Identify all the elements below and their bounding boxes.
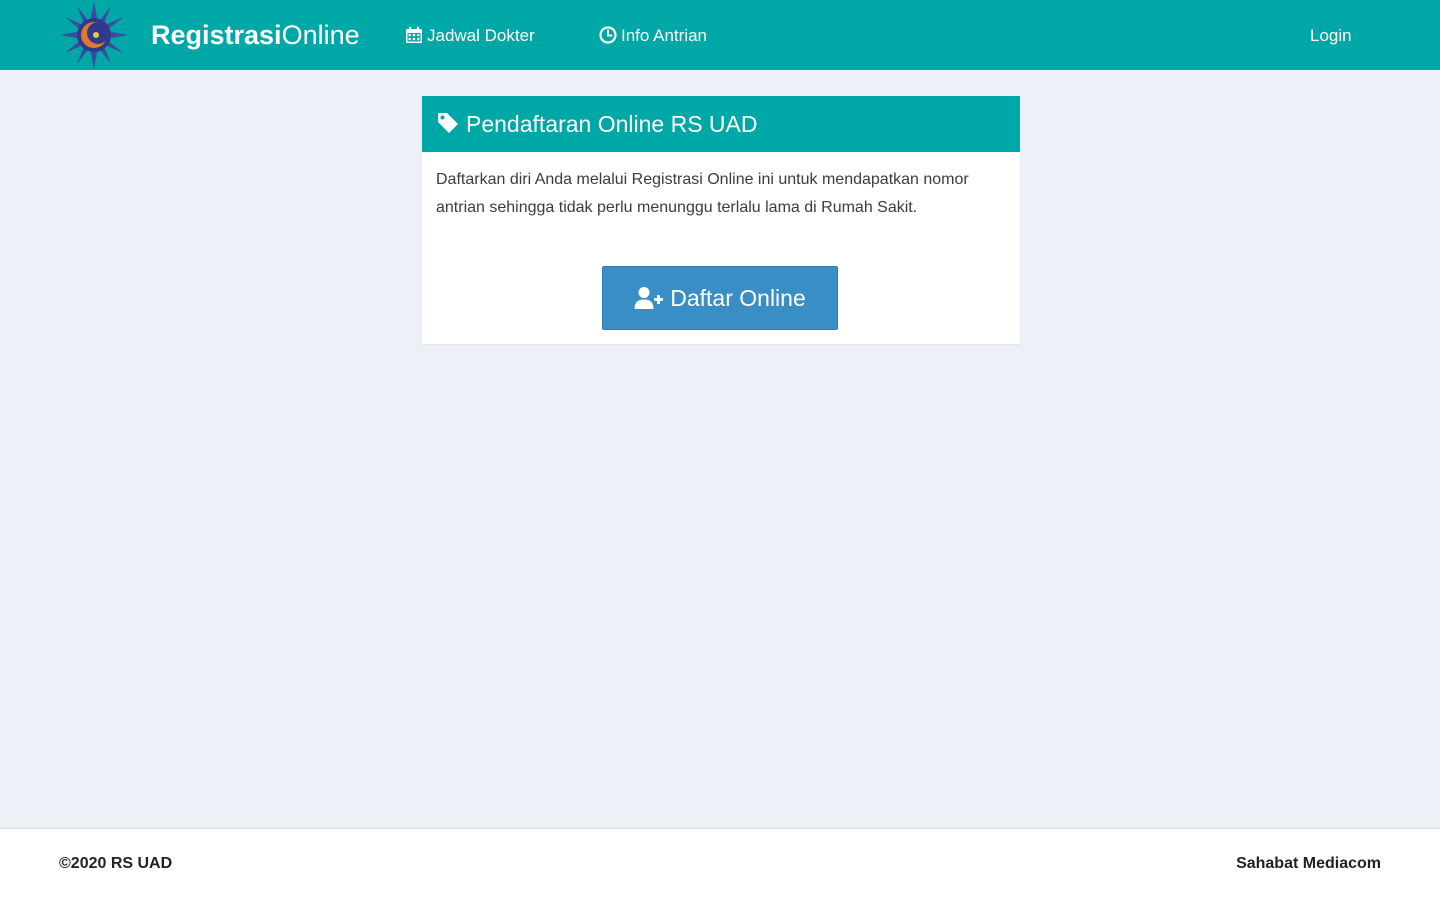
nav-login-link[interactable]: Login [1310, 22, 1352, 50]
tag-icon [438, 113, 458, 133]
footer-copyright: ©2020 RS UAD [59, 855, 173, 872]
nav-antrian-label: Info Antrian [621, 26, 708, 45]
brand-title-light: Online [281, 20, 360, 50]
nav-jadwal-dokter[interactable]: Jadwal Dokter [405, 22, 535, 50]
brand-title[interactable]: RegistrasiOnline [151, 18, 360, 52]
clock-icon [599, 26, 617, 44]
card-description: Daftarkan diri Anda melalui Registrasi O… [436, 171, 969, 216]
registration-card: Pendaftaran Online RS UAD Daftarkan diri… [422, 96, 1020, 344]
muhammadiyah-logo-icon[interactable] [58, 0, 130, 70]
daftar-online-button[interactable]: Daftar Online [602, 266, 838, 330]
nav-jadwal-label: Jadwal Dokter [427, 26, 535, 45]
daftar-online-label: Daftar Online [670, 285, 806, 311]
user-plus-icon [634, 287, 664, 309]
calendar-icon [406, 26, 422, 43]
card-title: Pendaftaran Online RS UAD [466, 111, 758, 137]
top-navbar: RegistrasiOnline Jadwal Dokter Info Antr… [0, 0, 1440, 70]
footer-credit[interactable]: Sahabat Mediacom [1236, 855, 1381, 873]
brand-title-bold: Registrasi [151, 20, 282, 50]
page-footer: ©2020 RS UAD Sahabat Mediacom [0, 828, 1440, 900]
card-header: Pendaftaran Online RS UAD [422, 96, 1020, 152]
nav-info-antrian[interactable]: Info Antrian [599, 22, 707, 50]
